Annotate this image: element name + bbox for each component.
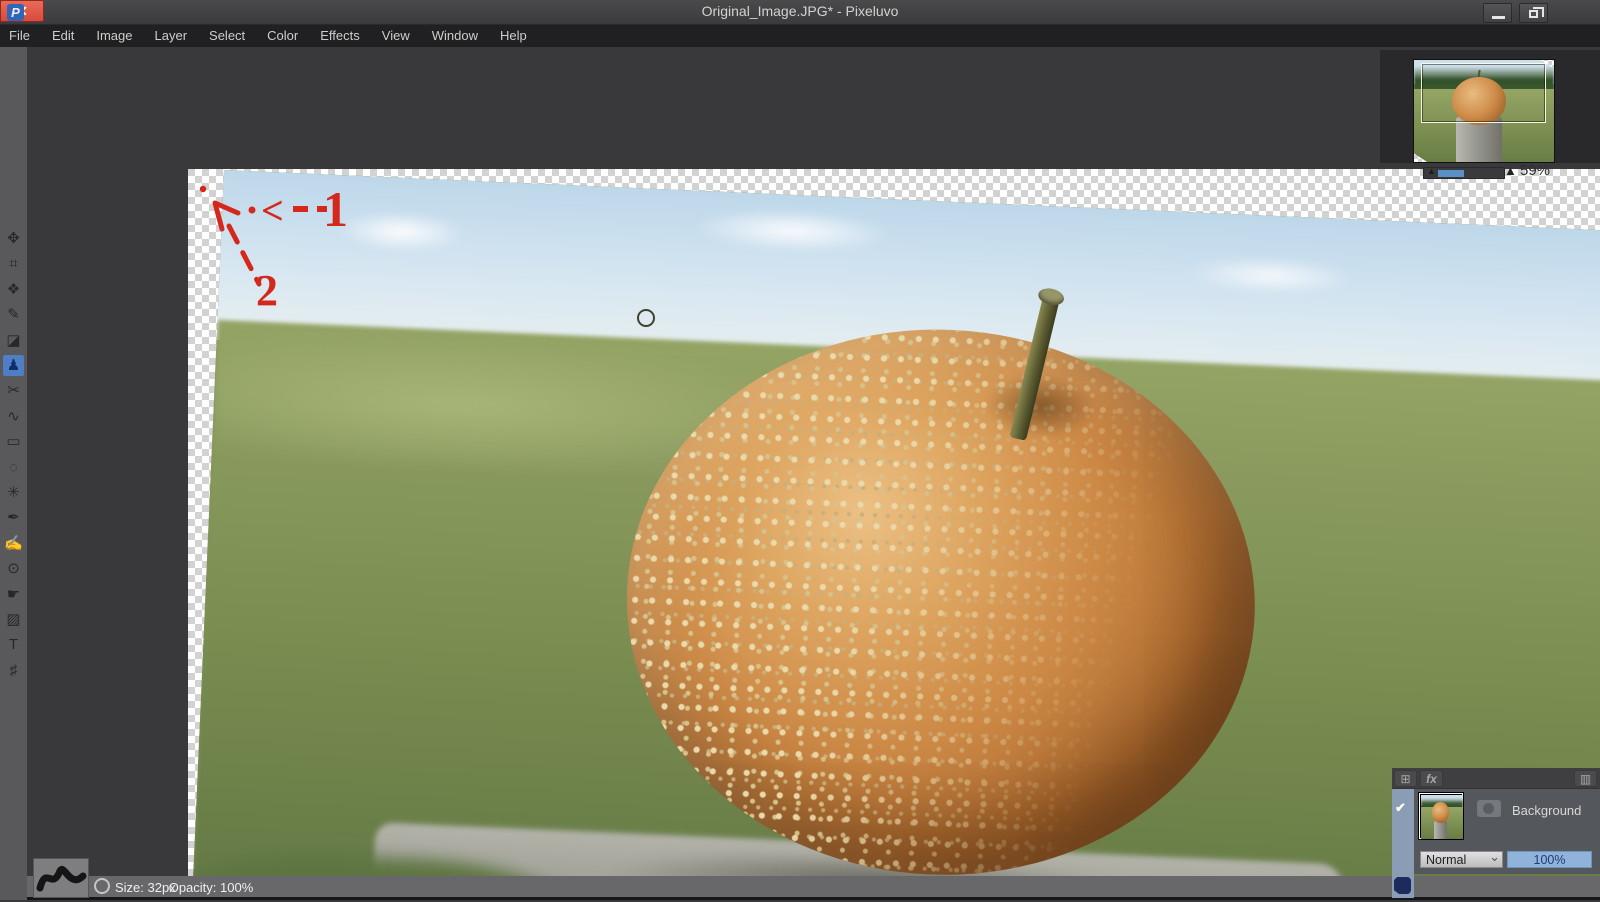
color-picker-tool-icon[interactable]: ✒ [3,507,24,528]
layers-side-strip: ✔ [1392,789,1414,874]
lasso-tool-icon[interactable]: ∿ [3,406,24,427]
brush-opacity-label: Opacity: 100% [168,880,254,895]
zoom-in-icon[interactable]: ▲ [1504,163,1517,178]
red-eye-tool-icon[interactable]: ⊙ [3,558,24,579]
menu-select[interactable]: Select [198,25,256,47]
menu-view[interactable]: View [371,25,421,47]
clone-stamp-tool-icon[interactable]: ♟ [3,355,24,376]
menu-bar: File Edit Image Layer Select Color Effec… [0,25,1600,47]
brush-tool-icon[interactable]: ✍ [3,533,24,554]
layer-visibility-checkbox[interactable]: ✔ [1395,800,1406,816]
menu-window[interactable]: Window [421,25,489,47]
navigator-panel [1380,50,1600,163]
brush-squiggle-icon [36,865,87,892]
add-layer-button[interactable]: ⊞ [1394,770,1417,787]
menu-color[interactable]: Color [256,25,309,47]
blend-mode-select[interactable]: Normal ⌄ [1420,849,1503,868]
restore-icon [1529,7,1544,18]
layer-thumbnail-image [1421,795,1463,839]
status-texts: Size: 32px Opacity: 100% [115,880,253,895]
brush-tip-icon[interactable] [94,878,110,894]
layer-name[interactable]: Background [1512,803,1581,818]
menu-file[interactable]: File [0,25,41,47]
window-title: Original_Image.JPG* - Pixeluvo [701,3,899,19]
title-bar: P Original_Image.JPG* - Pixeluvo ✕ [0,0,1600,25]
minimize-icon [1492,16,1505,19]
brush-size-label: Size: 32px [115,880,176,895]
menu-help[interactable]: Help [489,25,538,47]
navigator-thumbnail[interactable] [1413,59,1555,163]
healing-brush-tool-icon[interactable]: ❖ [3,279,24,300]
layers-icon[interactable] [1394,877,1411,894]
zoom-slider-fill [1438,170,1464,177]
ellipse-select-tool-icon[interactable]: ◌ [3,457,24,478]
rect-select-tool-icon[interactable]: ▭ [3,431,24,452]
text-tool-icon[interactable]: T [3,634,24,655]
brush-stroke-preview[interactable] [33,858,89,898]
thumb-apple [1432,802,1449,824]
brush-cursor [637,309,655,327]
crop-tool-icon[interactable]: ⌗ [3,253,24,274]
tool-bar: ✥ ⌗ ❖ ✎ ◪ ♟ ✂ ∿ ▭ ◌ ✳ ✒ ✍ ⊙ ☛ ▨ T ♯ [0,47,27,900]
photo-layer [189,170,1600,876]
layer-effects-button[interactable]: fx [1420,770,1443,787]
delete-layer-button[interactable]: ▥ [1574,770,1597,787]
layers-panel: ⊞ fx ▥ ✔ Background Normal ⌄ 100% [1392,768,1600,874]
menu-image[interactable]: Image [85,25,143,47]
layers-panel-corner [1392,874,1414,898]
minimize-button[interactable] [1483,3,1512,23]
layer-mask-circle [1483,803,1494,814]
zoom-out-icon[interactable]: ▲ [1427,166,1436,176]
eraser-tool-icon[interactable]: ◪ [3,330,24,351]
layer-opacity-field[interactable]: 100% [1507,851,1592,868]
layer-mask-icon[interactable] [1477,800,1501,817]
zoom-slider[interactable]: ▲ [1423,166,1505,179]
move-tool-icon[interactable]: ✥ [3,228,24,249]
layers-panel-header: ⊞ fx ▥ [1392,768,1600,789]
zoom-level-label: 59% [1520,162,1551,179]
restore-button[interactable] [1519,3,1548,23]
menu-effects[interactable]: Effects [309,25,371,47]
transparency-checkerboard [188,169,1600,876]
scissors-tool-icon[interactable]: ✂ [3,380,24,401]
canvas-area[interactable]: 2 < 1 [27,47,1600,876]
path-tool-icon[interactable]: ♯ [3,660,24,681]
blend-mode-value: Normal [1426,853,1467,867]
fill-tool-icon[interactable]: ☛ [3,584,24,605]
pencil-tool-icon[interactable]: ✎ [3,304,24,325]
menu-layer[interactable]: Layer [144,25,199,47]
status-bar: Size: 32px Opacity: 100% [0,858,1600,900]
chevron-down-icon: ⌄ [1489,849,1500,864]
gradient-tool-icon[interactable]: ▨ [3,609,24,630]
menu-edit[interactable]: Edit [41,25,85,47]
layer-thumbnail[interactable] [1418,792,1464,840]
magic-wand-tool-icon[interactable]: ✳ [3,482,24,503]
navigator-viewport-rect[interactable] [1421,63,1546,123]
